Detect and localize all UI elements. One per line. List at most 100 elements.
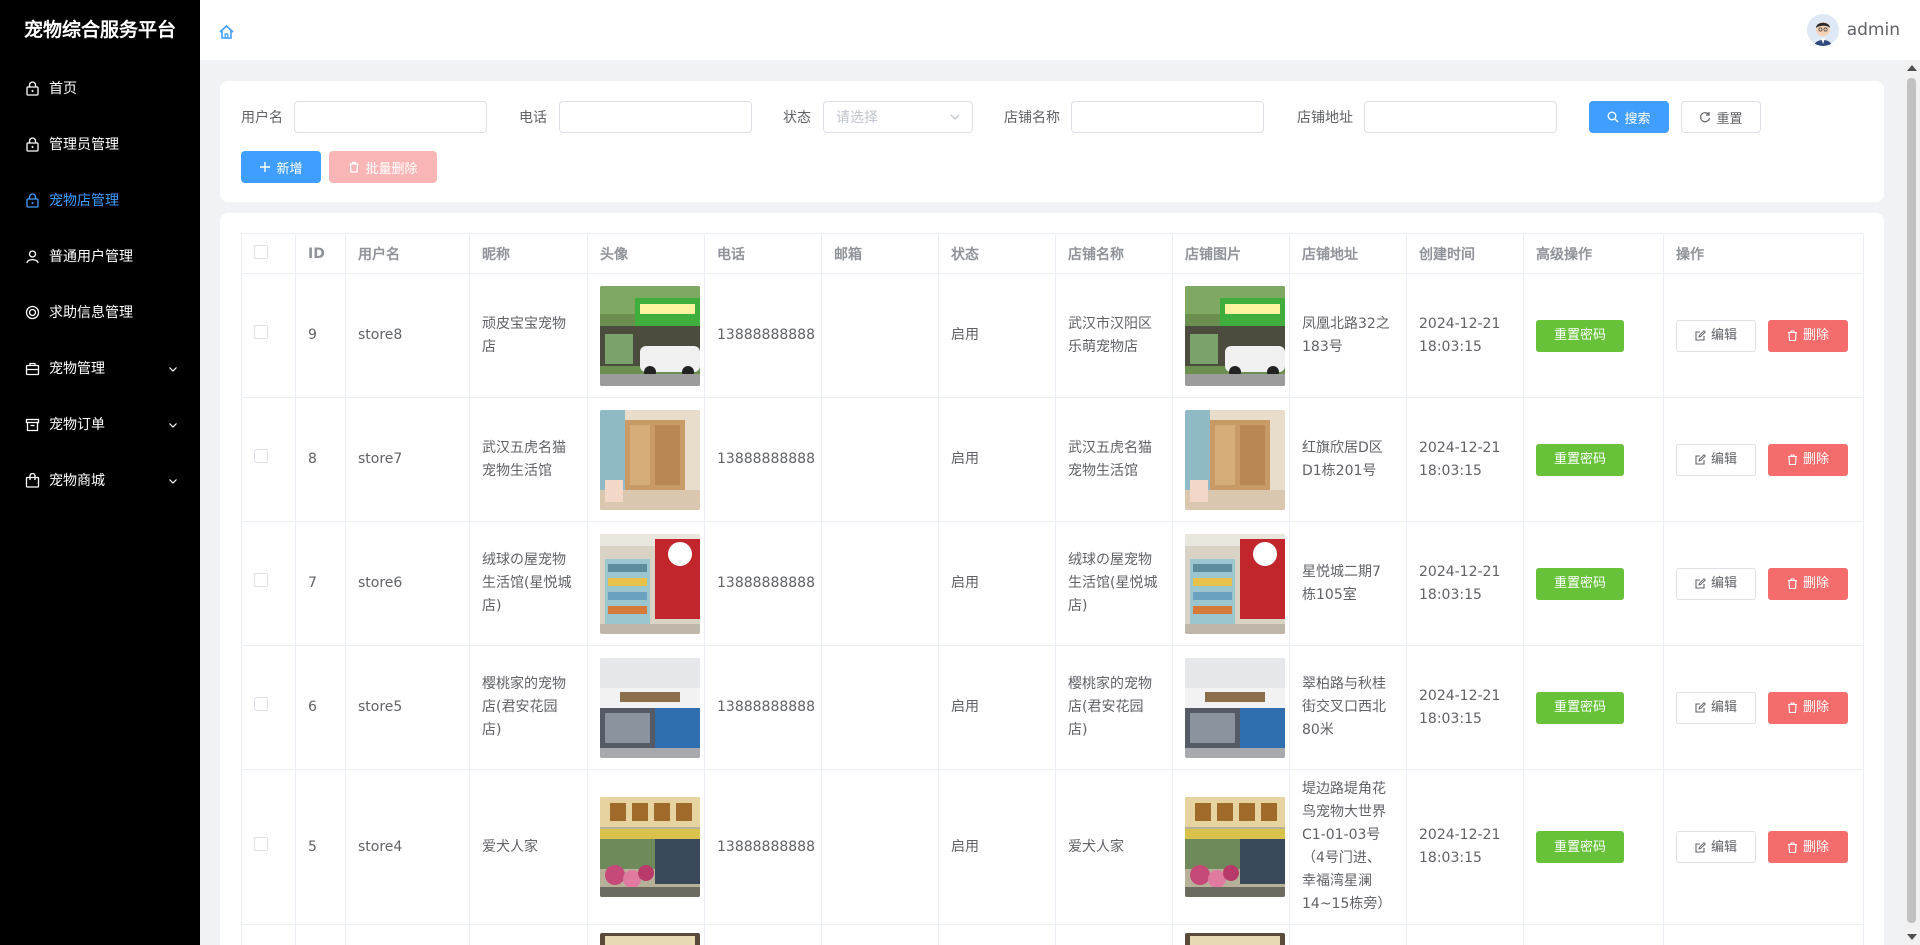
- reset-password-button[interactable]: 重置密码: [1536, 319, 1624, 352]
- cell-empty: [1523, 924, 1664, 945]
- page-scrollbar[interactable]: [1903, 60, 1920, 945]
- cell-empty: [241, 924, 296, 945]
- chevron-down-icon: [950, 110, 960, 126]
- cell-nickname: 顽皮宝宝宠物店: [469, 273, 588, 398]
- sidebar-item-3[interactable]: 普通用户管理: [0, 228, 200, 284]
- reset-password-button[interactable]: 重置密码: [1536, 443, 1624, 476]
- avatar-image[interactable]: [600, 533, 700, 634]
- scroll-up-arrow-icon[interactable]: [1907, 65, 1917, 71]
- row-checkbox[interactable]: [254, 325, 268, 339]
- store-address-input[interactable]: [1364, 101, 1557, 133]
- delete-button[interactable]: 删除: [1768, 567, 1848, 600]
- sidebar-item-label: 首页: [49, 81, 77, 97]
- scroll-down-arrow-icon[interactable]: [1907, 934, 1917, 940]
- cell-status-text: 启用: [951, 838, 979, 855]
- sidebar-item-0[interactable]: 首页: [0, 60, 200, 116]
- batch-delete-label: 批量删除: [365, 161, 418, 177]
- reset-password-button[interactable]: 重置密码: [1536, 831, 1624, 863]
- cell-phone-text: 13888888888: [717, 451, 815, 467]
- plus-icon: [259, 161, 271, 173]
- sidebar-item-5[interactable]: 宠物管理: [0, 340, 200, 396]
- edit-icon: [1695, 841, 1706, 853]
- table-row: 8 store7 武汉五虎名猫宠物生活馆 13888888888 启用 武汉五虎名猫宠物生…: [241, 397, 1864, 522]
- cell-address: 红旗欣居D区D1栋201号: [1289, 397, 1407, 522]
- sidebar-item-label: 普通用户管理: [49, 249, 133, 265]
- cell-created: 2024-12-21 18:03:15: [1406, 521, 1524, 646]
- trash-icon: [348, 161, 360, 173]
- avatar: [1806, 14, 1839, 46]
- cell-advanced-ops: 重置密码: [1523, 397, 1664, 522]
- cell-empty: [587, 924, 705, 945]
- avatar-image[interactable]: [600, 409, 700, 510]
- store-image[interactable]: [1185, 657, 1285, 758]
- cell-status: 启用: [938, 769, 1056, 925]
- edit-button[interactable]: 编辑: [1676, 443, 1756, 476]
- store-image[interactable]: [1185, 933, 1285, 945]
- sidebar-item-6[interactable]: 宠物订单: [0, 396, 200, 452]
- sidebar-item-2[interactable]: 宠物店管理: [0, 172, 200, 228]
- edit-button[interactable]: 编辑: [1676, 567, 1756, 600]
- store-image[interactable]: [1185, 533, 1285, 634]
- column-header: 店铺图片: [1172, 233, 1290, 274]
- cell-status: 启用: [938, 645, 1056, 770]
- avatar-image[interactable]: [600, 285, 700, 386]
- select-all-checkbox[interactable]: [254, 244, 268, 259]
- cell-id: 7: [295, 521, 346, 646]
- edit-label: 编辑: [1710, 700, 1737, 715]
- scrollbar-thumb[interactable]: [1907, 78, 1916, 923]
- add-button[interactable]: 新增: [241, 151, 321, 183]
- home-icon[interactable]: [218, 24, 235, 44]
- row-select-cell: [241, 397, 296, 522]
- avatar-image[interactable]: [600, 933, 700, 945]
- table-body: 9 store8 顽皮宝宝宠物店 13888888888 启用 武汉市汉阳区乐萌宠物店 凤凰…: [241, 273, 1864, 945]
- delete-label: 删除: [1802, 576, 1829, 591]
- cell-phone: 13888888888: [704, 769, 822, 925]
- cell-created: 2024-12-21 18:03:15: [1406, 273, 1524, 398]
- cell-phone-text: 13888888888: [717, 838, 815, 855]
- edit-button[interactable]: 编辑: [1676, 319, 1756, 352]
- cell-phone: 13888888888: [704, 273, 822, 398]
- username-input[interactable]: [294, 101, 487, 133]
- row-checkbox[interactable]: [254, 697, 268, 711]
- store-name-label: 店铺名称: [1004, 110, 1060, 126]
- delete-button[interactable]: 删除: [1768, 319, 1848, 352]
- phone-input[interactable]: [559, 101, 752, 133]
- cell-id: 8: [295, 397, 346, 522]
- cell-phone: 13888888888: [704, 645, 822, 770]
- edit-button[interactable]: 编辑: [1676, 691, 1756, 724]
- cell-created: 2024-12-21 18:03:15: [1406, 645, 1524, 770]
- top-header: admin: [200, 0, 1920, 60]
- cell-status: 启用: [938, 521, 1056, 646]
- row-checkbox[interactable]: [254, 836, 268, 851]
- delete-button[interactable]: 删除: [1768, 691, 1848, 724]
- table-row: 7 store6 绒球の屋宠物生活馆(星悦城店) 13888888888 启用 绒球の屋宠…: [241, 521, 1864, 646]
- trash-icon: [1787, 330, 1798, 341]
- store-name-input[interactable]: [1071, 101, 1264, 133]
- row-checkbox[interactable]: [254, 449, 268, 463]
- sidebar-item-7[interactable]: 宠物商城: [0, 452, 200, 508]
- cell-username: store7: [345, 397, 470, 522]
- brand-title: 宠物综合服务平台: [23, 19, 176, 41]
- avatar-image[interactable]: [600, 797, 700, 897]
- status-select[interactable]: 请选择: [823, 101, 973, 133]
- row-checkbox[interactable]: [254, 573, 268, 587]
- user-menu[interactable]: admin: [1806, 14, 1900, 46]
- cell-phone-text: 13888888888: [717, 575, 815, 591]
- edit-button[interactable]: 编辑: [1676, 831, 1756, 863]
- cell-id-text: 9: [308, 327, 317, 343]
- search-button[interactable]: 搜索: [1589, 101, 1669, 133]
- store-image[interactable]: [1185, 797, 1285, 897]
- batch-delete-button[interactable]: 批量删除: [329, 151, 437, 183]
- store-image[interactable]: [1185, 285, 1285, 386]
- column-header: 店铺地址: [1289, 233, 1407, 274]
- reset-button[interactable]: 重置: [1681, 101, 1761, 133]
- store-image[interactable]: [1185, 409, 1285, 510]
- cell-nickname: 樱桃家的宠物店(君安花园店): [469, 645, 588, 770]
- delete-button[interactable]: 删除: [1768, 831, 1848, 863]
- sidebar-item-1[interactable]: 管理员管理: [0, 116, 200, 172]
- reset-password-button[interactable]: 重置密码: [1536, 567, 1624, 600]
- reset-password-button[interactable]: 重置密码: [1536, 691, 1624, 724]
- delete-button[interactable]: 删除: [1768, 443, 1848, 476]
- sidebar-item-4[interactable]: 求助信息管理: [0, 284, 200, 340]
- avatar-image[interactable]: [600, 657, 700, 758]
